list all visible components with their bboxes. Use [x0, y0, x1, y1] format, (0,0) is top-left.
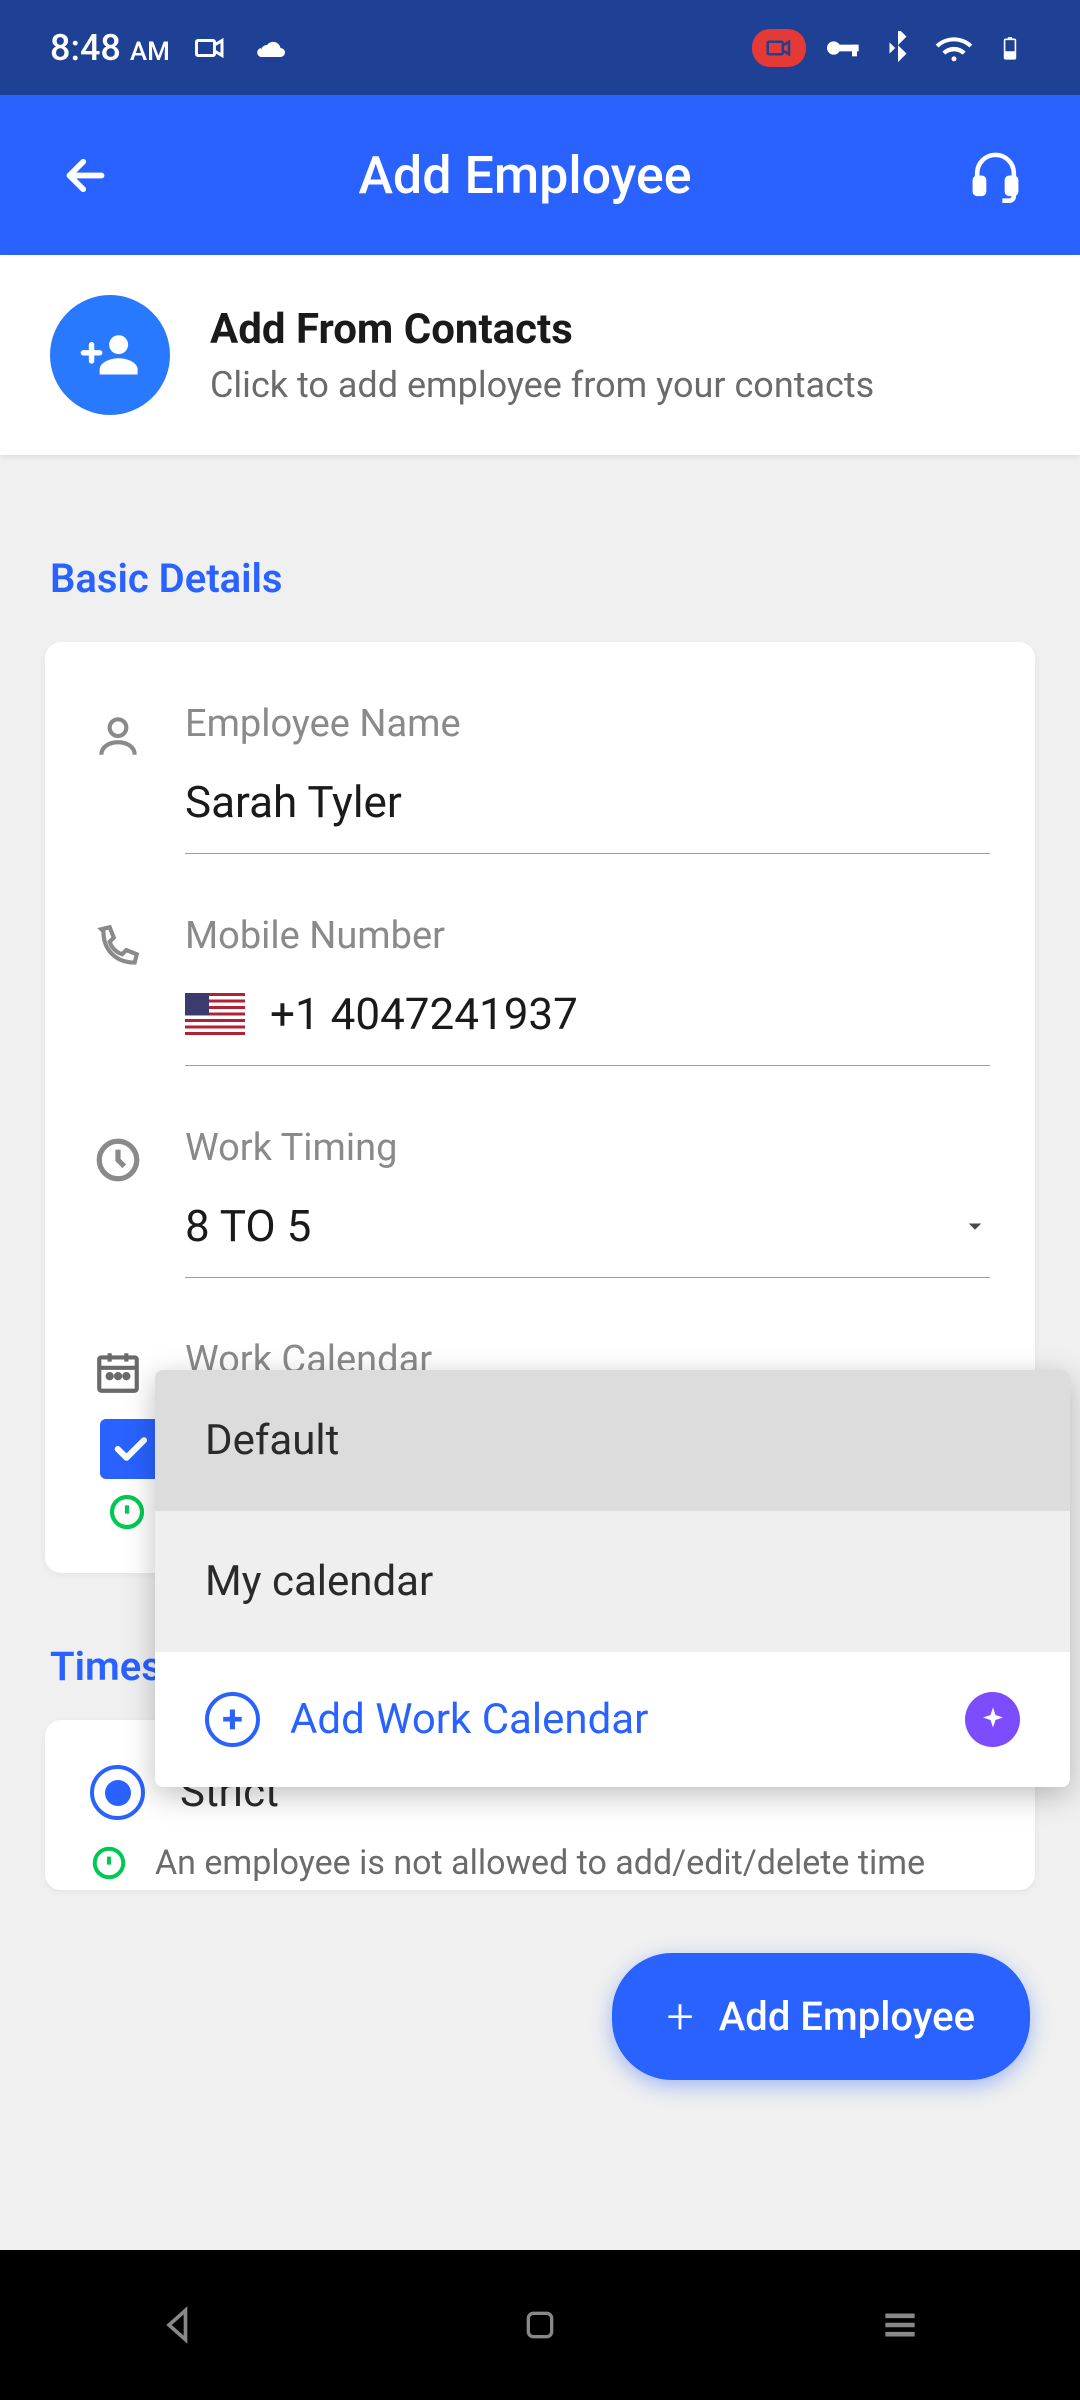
phone-icon	[90, 920, 145, 975]
person-icon	[90, 708, 145, 763]
page-title: Add Employee	[85, 145, 965, 206]
timing-dropdown[interactable]: 8 TO 5	[185, 1200, 990, 1278]
plus-icon: +	[667, 1988, 694, 2045]
dropdown-option-my-calendar[interactable]: My calendar	[155, 1511, 1070, 1652]
contacts-text: Add From Contacts Click to add employee …	[210, 305, 874, 406]
timing-value: 8 TO 5	[185, 1200, 311, 1252]
app-bar: Add Employee	[0, 95, 1080, 255]
timing-label: Work Timing	[185, 1126, 990, 1170]
cloud-icon	[250, 28, 290, 68]
add-work-calendar-button[interactable]: + Add Work Calendar	[155, 1652, 1070, 1787]
sparkle-icon	[965, 1692, 1020, 1747]
add-from-contacts-card[interactable]: Add From Contacts Click to add employee …	[0, 255, 1080, 455]
section-basic-details: Basic Details	[0, 455, 1080, 642]
status-time-value: 8:48	[50, 27, 121, 69]
person-add-icon	[50, 295, 170, 415]
basic-details-card: Employee Name Sarah Tyler Mobile Number …	[45, 642, 1035, 1573]
wifi-icon	[934, 28, 974, 68]
nav-back-button[interactable]	[150, 2295, 210, 2355]
checkbox-checked[interactable]	[100, 1419, 160, 1479]
status-right	[752, 28, 1030, 68]
work-calendar-dropdown: Default My calendar + Add Work Calendar	[155, 1370, 1070, 1787]
vpn-key-icon	[822, 28, 862, 68]
flag-us-icon[interactable]	[185, 993, 245, 1035]
clock-icon	[90, 1132, 145, 1187]
work-timing-row: Work Timing 8 TO 5	[90, 1126, 990, 1278]
recording-badge-icon	[752, 29, 806, 67]
system-nav-bar	[0, 2250, 1080, 2400]
video-icon	[190, 28, 230, 68]
calendar-icon	[90, 1344, 145, 1399]
mobile-number-row: Mobile Number +1 4047241937	[90, 914, 990, 1066]
radio-selected-icon	[90, 1765, 145, 1820]
contacts-subtitle: Click to add employee from your contacts	[210, 364, 874, 406]
info-icon	[106, 1491, 148, 1533]
status-time-ampm: AM	[130, 37, 170, 67]
name-input[interactable]: Sarah Tyler	[185, 776, 990, 854]
add-employee-button[interactable]: + Add Employee	[612, 1953, 1030, 2080]
timesheet-description: An employee is not allowed to add/edit/d…	[155, 1840, 990, 1890]
status-bar: 8:48 AM	[0, 0, 1080, 95]
mobile-value: +1 4047241937	[270, 988, 578, 1040]
battery-icon	[990, 28, 1030, 68]
dropdown-option-default[interactable]: Default	[155, 1370, 1070, 1511]
mobile-label: Mobile Number	[185, 914, 990, 958]
nav-recents-button[interactable]	[870, 2295, 930, 2355]
status-time: 8:48 AM	[50, 27, 170, 69]
timesheet-description-row: An employee is not allowed to add/edit/d…	[90, 1840, 990, 1890]
contacts-title: Add From Contacts	[210, 305, 874, 354]
info-icon	[90, 1844, 130, 1884]
add-work-calendar-label: Add Work Calendar	[290, 1695, 648, 1744]
bluetooth-icon	[878, 28, 918, 68]
support-button[interactable]	[965, 145, 1025, 205]
nav-home-button[interactable]	[510, 2295, 570, 2355]
mobile-input[interactable]: +1 4047241937	[185, 988, 990, 1066]
chevron-down-icon	[960, 1200, 990, 1252]
employee-name-row: Employee Name Sarah Tyler	[90, 702, 990, 854]
plus-circle-icon: +	[205, 1692, 260, 1747]
fab-label: Add Employee	[719, 1993, 975, 2040]
status-left: 8:48 AM	[50, 27, 290, 69]
name-label: Employee Name	[185, 702, 990, 746]
